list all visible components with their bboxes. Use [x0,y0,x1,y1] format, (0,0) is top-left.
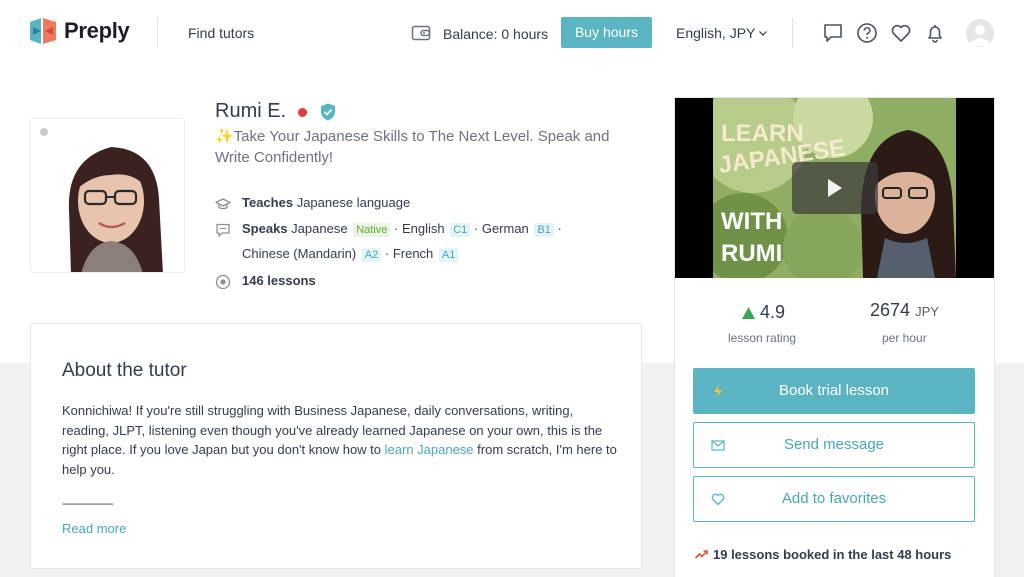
online-status-dot [40,128,48,136]
heart-icon [711,493,725,506]
price-value: 2674 [870,300,911,320]
user-avatar[interactable] [966,19,994,47]
teaches-label: Teaches [242,195,294,210]
book-trial-lesson-button[interactable]: Book trial lesson [693,368,975,414]
language-currency-label: English, JPY [676,25,756,41]
logo-text: Preply [64,18,130,43]
language-name: English [401,221,445,236]
about-separator: ------------------- [62,498,114,510]
tutor-name: Rumi E. [215,100,287,122]
messages-icon[interactable] [822,22,844,44]
language-name: Chinese (Mandarin) [242,246,357,261]
speech-bubble-icon [216,223,230,237]
learn-japanese-link[interactable]: learn Japanese [385,442,474,457]
language-level-badge: C1 [450,223,471,237]
book-trial-label: Book trial lesson [778,382,890,399]
add-to-favorites-button[interactable]: Add to favorites [693,476,975,522]
tutor-portrait-image [31,119,184,272]
rating-up-triangle-icon [742,306,755,319]
video-overlay-text: RUMI [721,240,783,267]
language-currency-selector[interactable]: English, JPY [676,25,768,41]
notifications-bell-icon[interactable] [924,22,946,44]
country-flag-icon [298,108,307,117]
language-level-badge: B1 [534,223,554,237]
avatar-placeholder-icon [970,25,990,46]
language-name: German [481,221,529,236]
preply-logo[interactable]: Preply [30,18,130,44]
about-tutor-card: About the tutor Konnichiwa! If you're st… [30,323,642,569]
trending-up-icon [695,550,708,559]
speaks-label: Speaks [242,221,288,236]
hourly-price: 2674 JPY [870,300,939,321]
wallet-icon [411,25,431,41]
find-tutors-link[interactable]: Find tutors [188,25,254,41]
play-icon [828,179,842,197]
about-title: About the tutor [62,360,187,381]
lessons-count: 146 lessons [242,273,316,288]
send-message-button[interactable]: Send message [693,422,975,468]
language-name: Japanese [291,221,348,236]
send-message-label: Send message [783,436,885,453]
buy-hours-button[interactable]: Buy hours [561,17,652,48]
tutor-photo[interactable] [30,118,185,273]
language-level-badge: Native [353,223,391,237]
read-more-link[interactable]: Read more [62,521,126,536]
lessons-target-icon [215,274,231,290]
preply-logo-icon [30,18,56,44]
language-level-badge: A2 [361,248,382,262]
lightning-bolt-icon [714,385,722,397]
booking-side-card: LEARN JAPANESE WITH RUMI 4.9 lesson rati… [674,97,995,577]
teaches-value: Japanese language [296,195,411,210]
teaches-row: Teaches Japanese language [215,195,410,212]
help-icon[interactable] [856,22,878,44]
rating-value: 4.9 [760,302,786,322]
top-navigation-bar: Preply Find tutors Balance: 0 hours Buy … [0,0,1024,66]
price-currency: JPY [915,304,939,319]
balance-text: Balance: 0 hours [443,26,549,42]
chevron-down-icon [759,30,768,36]
graduation-cap-icon [215,198,231,210]
video-play-button[interactable] [792,162,878,214]
header-divider [792,18,793,48]
tutor-headline: ✨Take Your Japanese Skills to The Next L… [215,128,610,166]
lessons-row: 146 lessons [215,273,316,290]
recent-bookings-notice: 19 lessons booked in the last 48 hours [695,547,951,562]
verified-shield-icon [321,103,335,121]
add-favorites-label: Add to favorites [781,490,887,507]
recent-bookings-text: 19 lessons booked in the last 48 hours [713,547,952,562]
header-divider [157,18,158,48]
favorites-heart-icon[interactable] [890,22,912,44]
envelope-icon [711,440,725,451]
language-level-badge: A1 [438,248,459,262]
lesson-rating: 4.9 [742,302,785,323]
about-description: Konnichiwa! If you're still struggling w… [62,401,617,479]
speaks-row: Speaks Japanese Native · English C1 · Ge… [215,221,612,267]
rating-label: lesson rating [728,331,797,345]
intro-video[interactable]: LEARN JAPANESE WITH RUMI [675,98,994,278]
price-label: per hour [882,331,927,345]
language-name: French [392,246,434,261]
